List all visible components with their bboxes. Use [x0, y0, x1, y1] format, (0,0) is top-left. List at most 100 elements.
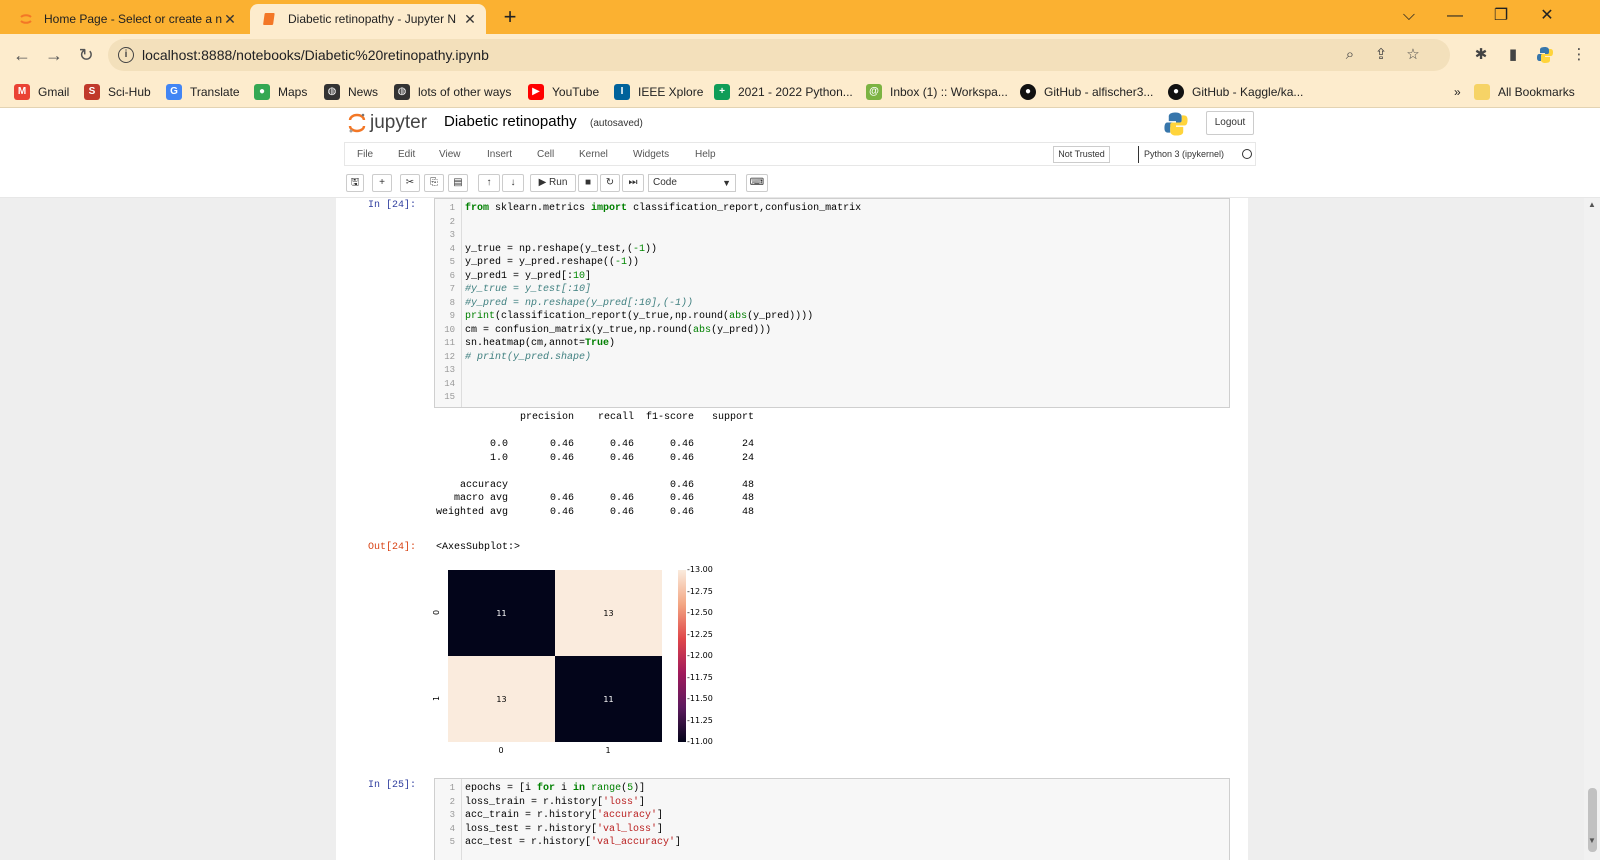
restart-run-all-button[interactable]: ⏭ — [622, 174, 644, 192]
command-palette-button[interactable]: ⌨ — [746, 174, 768, 192]
bookmark-github-kaggle[interactable]: ● GitHub - Kaggle/ka... — [1168, 82, 1303, 102]
heatmap-cell: 11 — [448, 570, 555, 656]
trust-status-button[interactable]: Not Trusted — [1053, 146, 1110, 163]
jupyter-logo[interactable]: jupyter — [348, 112, 427, 134]
cut-button[interactable]: ✂ — [400, 174, 420, 192]
menu-insert[interactable]: Insert — [487, 149, 512, 160]
kernel-idle-indicator-icon — [1242, 149, 1252, 159]
move-down-button[interactable]: ↓ — [502, 174, 524, 192]
tab-diabetic-retinopathy[interactable]: Diabetic retinopathy - Jupyter N ✕ — [250, 4, 486, 34]
close-tab-icon[interactable]: ✕ — [222, 11, 238, 28]
bookmark-youtube[interactable]: ▶ YouTube — [528, 82, 599, 102]
menu-bar: File Edit View Insert Cell Kernel Widget… — [344, 142, 1256, 166]
menu-view[interactable]: View — [439, 149, 461, 160]
back-button[interactable]: ← — [10, 43, 34, 67]
tab-title: Home Page - Select or create a n — [44, 12, 222, 26]
notebook-name[interactable]: Diabetic retinopathy — [444, 113, 577, 130]
report-line: macro avg 0.46 0.46 0.46 48 — [436, 493, 755, 504]
bookmark-github-alfischer[interactable]: ● GitHub - alfischer3... — [1020, 82, 1153, 102]
logout-button[interactable]: Logout — [1206, 111, 1254, 135]
scroll-up-icon[interactable]: ▲ — [1584, 198, 1600, 212]
bookmark-gmail[interactable]: M Gmail — [14, 82, 69, 102]
colorbar-tick-label: -11.50 — [687, 694, 713, 703]
report-line: accuracy 0.46 48 — [436, 479, 755, 491]
kernel-name[interactable]: Python 3 (ipykernel) — [1138, 146, 1224, 163]
bookmark-star-icon[interactable]: ☆ — [1404, 46, 1422, 64]
notebook-favicon-icon — [263, 13, 275, 25]
paste-icon: ▤ — [453, 177, 463, 188]
input-prompt: In [24]: — [367, 200, 416, 211]
autosave-status: (autosaved) — [590, 118, 643, 129]
profile-python-icon[interactable] — [1536, 46, 1554, 64]
bookmark-maps[interactable]: ● Maps — [254, 82, 307, 102]
bookmark-python-sheet[interactable]: +2021 - 2022 Python... — [714, 82, 853, 102]
menu-file[interactable]: File — [357, 149, 373, 160]
menu-widgets[interactable]: Widgets — [633, 149, 669, 160]
restart-button[interactable]: ↻ — [600, 174, 620, 192]
interrupt-button[interactable]: ■ — [578, 174, 598, 192]
heatmap-cell: 13 — [555, 570, 662, 656]
heatmap-cell: 11 — [555, 656, 662, 742]
copy-button[interactable]: ⎘ — [424, 174, 444, 192]
cell-type-select[interactable]: Code ▼ — [648, 174, 736, 192]
bookmark-ieee-xplore[interactable]: I IEEE Xplore — [614, 82, 703, 102]
menu-edit[interactable]: Edit — [398, 149, 415, 160]
minimize-button[interactable]: — — [1432, 4, 1478, 28]
paste-button[interactable]: ▤ — [448, 174, 468, 192]
scroll-down-icon[interactable]: ▼ — [1584, 834, 1600, 848]
insert-cell-button[interactable]: + — [372, 174, 392, 192]
plus-icon: + — [379, 177, 385, 188]
heatmap-cell: 13 — [448, 656, 555, 742]
tab-search-chevron-icon[interactable]: ⌵ — [1386, 4, 1432, 28]
copy-icon: ⎘ — [430, 177, 438, 188]
close-tab-icon[interactable]: ✕ — [462, 11, 478, 28]
side-panel-icon[interactable]: ▮ — [1504, 46, 1522, 64]
browser-menu-icon[interactable]: ⋮ — [1570, 46, 1588, 64]
jupyter-favicon-icon — [20, 14, 32, 24]
report-line: weighted avg 0.46 0.46 0.46 48 — [436, 506, 755, 518]
reload-button[interactable]: ↻ — [74, 43, 98, 67]
site-info-icon[interactable]: i — [118, 47, 134, 63]
axes-repr-output: <AxesSubplot:> — [436, 542, 521, 553]
page-scrollbar[interactable]: ▲ ▼ — [1584, 198, 1600, 860]
code-cell-input[interactable]: 1 epochs = [i for i in range(5)] 2 loss_tr… — [434, 778, 1230, 860]
run-button[interactable]: ▶ Run — [530, 174, 576, 192]
report-line: 0.0 0.46 0.46 0.46 24 — [436, 439, 755, 450]
colorbar-tick-label: -12.50 — [687, 608, 713, 617]
close-window-button[interactable]: ✕ — [1524, 4, 1570, 28]
colorbar-tick-label: -12.75 — [687, 586, 713, 596]
x-tick-label: 0 — [498, 746, 504, 755]
colorbar — [678, 570, 686, 742]
code-cell-input[interactable]: 1 from sklearn.metrics import classificat… — [434, 198, 1230, 408]
restore-button[interactable]: ❐ — [1478, 4, 1524, 28]
new-tab-button[interactable]: + — [498, 6, 522, 30]
bookmark-inbox[interactable]: @ Inbox (1) :: Workspa... — [866, 82, 1008, 102]
arrow-up-icon: ↑ — [486, 177, 492, 188]
bookmark-scihub[interactable]: S Sci-Hub — [84, 82, 151, 102]
forward-button[interactable]: → — [42, 43, 66, 67]
save-button[interactable]: 🖫 — [346, 174, 364, 192]
menu-cell[interactable]: Cell — [537, 149, 554, 160]
chevron-down-icon: ▼ — [722, 178, 731, 188]
tab-title: Diabetic retinopathy - Jupyter N — [288, 12, 457, 26]
extensions-icon[interactable]: ✱ — [1472, 46, 1490, 64]
bookmark-translate[interactable]: G Translate — [166, 82, 240, 102]
github-icon: ● — [1020, 84, 1036, 100]
python-logo-icon — [1164, 112, 1188, 136]
address-bar[interactable]: i localhost:8888/notebooks/Diabetic%20re… — [108, 39, 1450, 71]
tab-home-page[interactable]: Home Page - Select or create a n ✕ — [6, 4, 246, 34]
menu-help[interactable]: Help — [695, 149, 716, 160]
move-up-button[interactable]: ↑ — [478, 174, 500, 192]
all-bookmarks[interactable]: All Bookmarks — [1474, 82, 1575, 102]
more-bookmarks-button[interactable]: » — [1454, 82, 1461, 102]
bookmark-news[interactable]: ◍ News — [324, 82, 378, 102]
bookmark-lots-of-other-ways[interactable]: ◍ lots of other ways — [394, 82, 511, 102]
input-prompt: In [25]: — [367, 780, 416, 791]
notebook-container: In [24]: 1 from sklearn.metrics import cl… — [336, 198, 1248, 860]
ieee-icon: I — [614, 84, 630, 100]
zoom-icon[interactable]: ⌕ — [1341, 46, 1359, 64]
menu-kernel[interactable]: Kernel — [579, 149, 608, 160]
report-line: precision recall f1-score support — [436, 412, 755, 423]
share-icon[interactable]: ⇪ — [1372, 46, 1390, 64]
x-tick-label: 1 — [605, 746, 611, 755]
